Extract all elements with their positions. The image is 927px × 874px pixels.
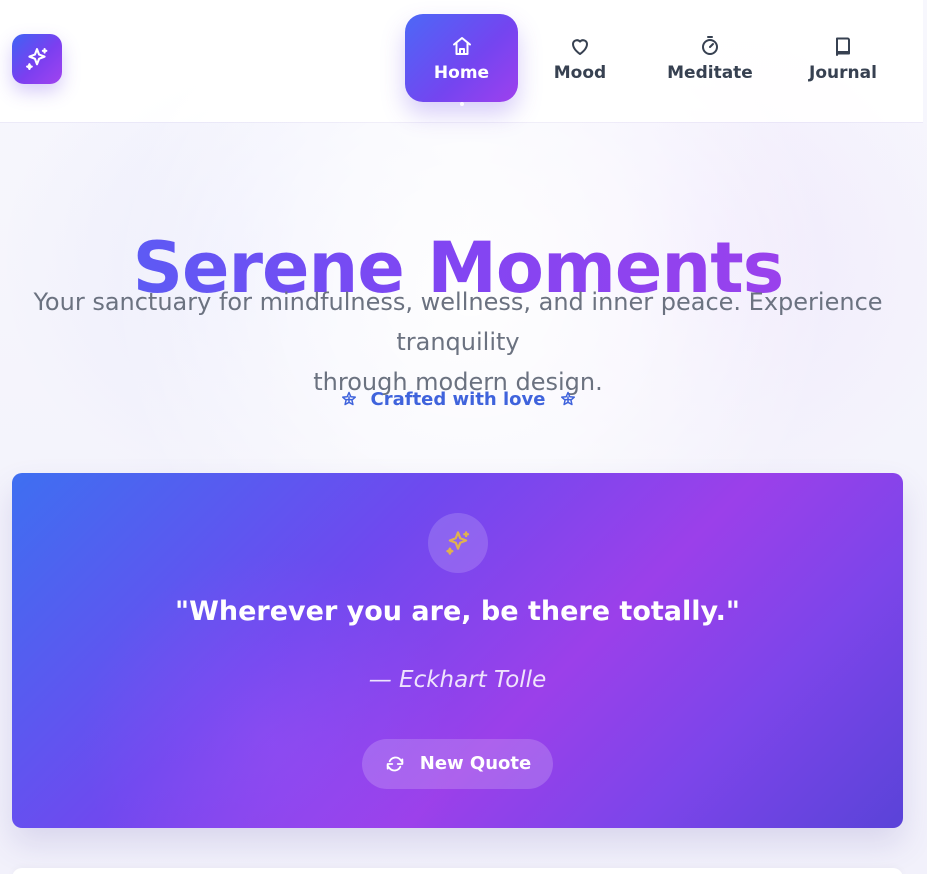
new-quote-button[interactable]: New Quote (362, 739, 553, 789)
quote-card: "Wherever you are, be there totally." — … (12, 473, 903, 828)
nav-label-meditate: Meditate (667, 63, 753, 83)
app-logo[interactable] (12, 34, 62, 84)
timer-icon (702, 36, 718, 55)
quote-text: "Wherever you are, be there totally." (175, 596, 740, 627)
home-icon (452, 37, 471, 55)
sparkles-icon (26, 48, 48, 70)
quote-icon-badge (428, 513, 488, 573)
crafted-text: Crafted with love (370, 389, 546, 410)
next-card-edge (12, 868, 903, 874)
page: Home Mood Meditate Journal Serene Moment… (0, 0, 927, 874)
book-icon (836, 37, 850, 56)
heart-icon (572, 39, 588, 55)
nav-label-mood: Mood (553, 63, 607, 83)
star-icon (341, 391, 356, 405)
star-icon (560, 391, 575, 405)
hero-subtitle-line-1: Your sanctuary for mindfulness, wellness… (33, 288, 883, 356)
new-quote-label: New Quote (419, 753, 532, 774)
nav-item-mood[interactable]: Mood (541, 14, 619, 102)
crafted-with-love: Crafted with love (0, 389, 916, 410)
hero-subtitle: Your sanctuary for mindfulness, wellness… (0, 282, 916, 402)
nav-label-home: Home (433, 63, 490, 83)
main-navigation: Home Mood Meditate Journal (405, 14, 895, 106)
quote-author: — Eckhart Tolle (368, 667, 547, 693)
sparkles-icon (446, 531, 470, 555)
nav-label-journal: Journal (809, 63, 877, 83)
nav-item-home[interactable]: Home (405, 14, 518, 106)
app-header: Home Mood Meditate Journal (0, 0, 923, 122)
nav-item-meditate[interactable]: Meditate (658, 14, 762, 102)
nav-item-journal[interactable]: Journal (803, 14, 883, 102)
refresh-icon (386, 756, 404, 772)
